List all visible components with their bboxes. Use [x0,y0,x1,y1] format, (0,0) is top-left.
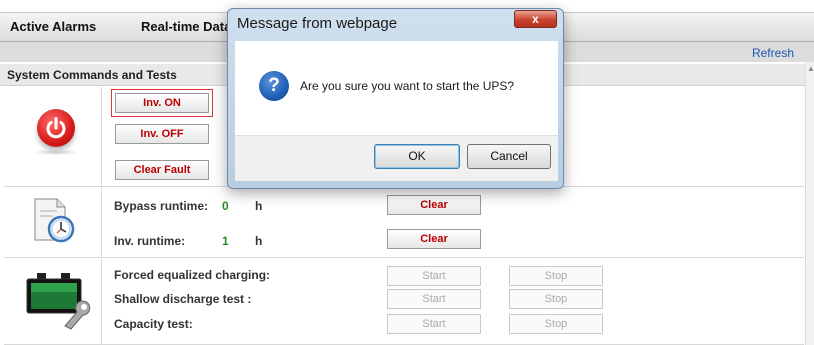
inv-runtime-unit: h [255,234,263,248]
question-icon: ? [259,71,289,101]
dialog-title: Message from webpage [237,15,398,32]
forced-equalized-charging-start-button[interactable]: Start [387,266,481,286]
capacity-stop-button[interactable]: Stop [509,314,603,334]
ok-button[interactable]: OK [374,144,460,169]
clear-fault-button[interactable]: Clear Fault [115,160,209,180]
bypass-runtime-value: 0 [222,199,229,213]
forced-equalized-charging-stop-button[interactable]: Stop [509,266,603,286]
clear-bypass-runtime-button[interactable]: Clear [387,195,481,215]
capacity-start-button[interactable]: Start [387,314,481,334]
dialog-message: Are you sure you want to start the UPS? [300,79,515,93]
test-label-shallow-discharge: Shallow discharge test : [114,292,252,306]
runtime-row: Bypass runtime: 0 h Clear Inv. runtime: … [4,188,804,258]
test-label-capacity: Capacity test: [114,317,193,331]
cancel-button[interactable]: Cancel [467,144,551,169]
ups-web-console: Active Alarms Real-time Data Refresh Sys… [0,0,814,345]
inv-runtime-value: 1 [222,234,229,248]
tab-active-alarms[interactable]: Active Alarms [10,19,96,34]
test-label-forced-equalized-charging: Forced equalized charging: [114,268,271,282]
inv-on-button[interactable]: Inv. ON [115,93,209,113]
dialog-body: ? Are you sure you want to start the UPS… [235,41,558,135]
dialog-footer: OK Cancel [235,135,558,181]
clear-inv-runtime-button[interactable]: Clear [387,229,481,249]
bypass-runtime-label: Bypass runtime: [114,199,209,213]
row-divider [101,87,102,186]
refresh-link[interactable]: Refresh [752,46,794,60]
power-icon [37,109,75,147]
battery-test-row: Forced equalized charging: Start Stop Sh… [4,259,804,345]
inv-off-button[interactable]: Inv. OFF [115,124,209,144]
confirm-dialog: Message from webpage x ? Are you sure yo… [227,8,564,189]
bypass-runtime-unit: h [255,199,263,213]
battery-wrench-icon [26,273,91,330]
scroll-up-icon[interactable]: ▲ [807,64,814,73]
row-divider [101,259,102,344]
shallow-discharge-stop-button[interactable]: Stop [509,289,603,309]
inv-runtime-label: Inv. runtime: [114,234,186,248]
row-divider [101,188,102,257]
shallow-discharge-start-button[interactable]: Start [387,289,481,309]
dialog-close-button[interactable]: x [514,10,557,28]
tab-real-time-data[interactable]: Real-time Data [141,19,231,34]
power-icon-shadow [33,149,79,155]
vertical-scrollbar[interactable]: ▲ [805,62,814,345]
clock-document-icon [34,198,75,243]
